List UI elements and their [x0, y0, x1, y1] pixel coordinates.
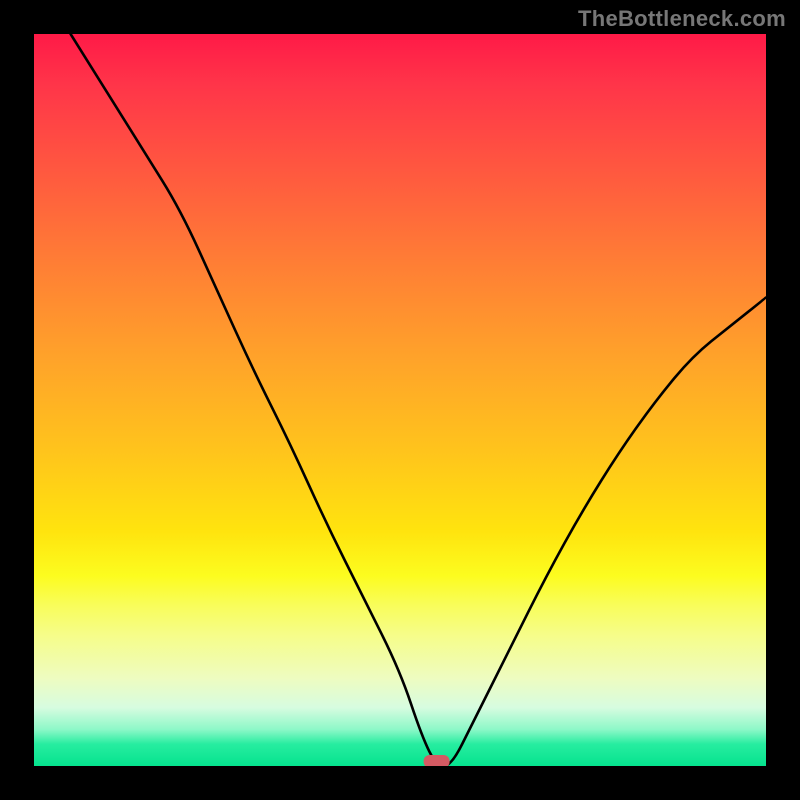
bottleneck-curve: [71, 34, 766, 766]
match-marker: [424, 755, 450, 766]
curve-layer: [34, 34, 766, 766]
chart-frame: TheBottleneck.com: [0, 0, 800, 800]
watermark-text: TheBottleneck.com: [578, 6, 786, 32]
plot-area: [34, 34, 766, 766]
